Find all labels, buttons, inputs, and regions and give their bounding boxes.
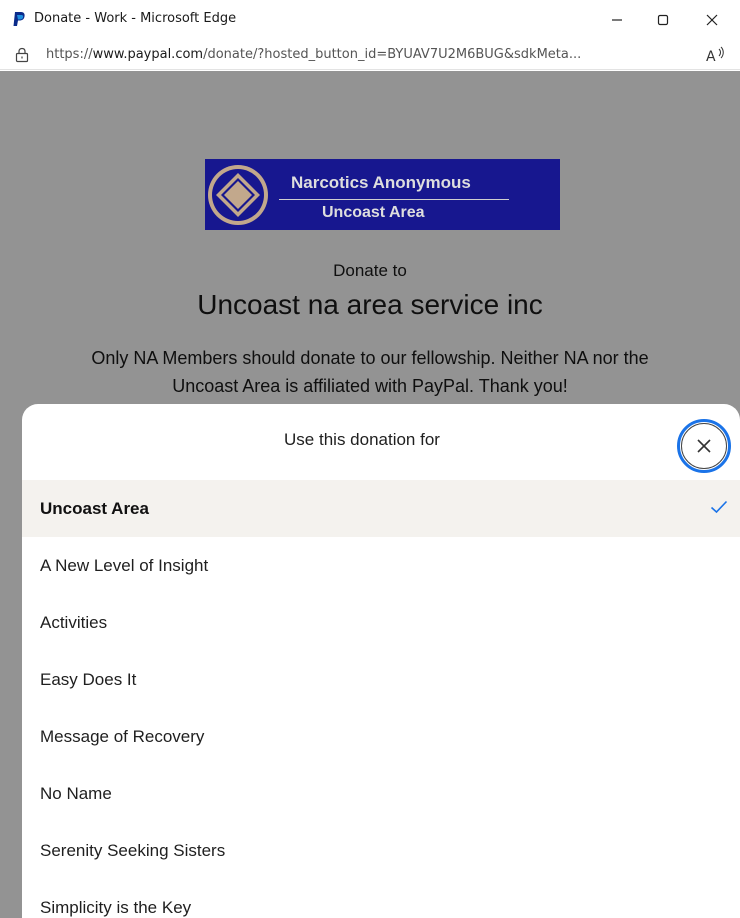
option-message-of-recovery[interactable]: Message of Recovery bbox=[22, 708, 740, 765]
close-icon bbox=[697, 439, 711, 453]
donation-options-list: Uncoast Area A New Level of Insight Acti… bbox=[22, 480, 740, 918]
url-domain: www.paypal.com bbox=[92, 47, 204, 62]
address-bar[interactable]: https://www.paypal.com/donate/?hosted_bu… bbox=[0, 40, 740, 70]
window-titlebar: Donate - Work - Microsoft Edge bbox=[0, 0, 740, 40]
option-label: Uncoast Area bbox=[40, 498, 149, 518]
banner-divider bbox=[279, 199, 509, 200]
option-uncoast-area[interactable]: Uncoast Area bbox=[22, 480, 740, 537]
donation-purpose-sheet: Use this donation for Uncoast Area A New… bbox=[22, 404, 740, 918]
minimize-button[interactable] bbox=[595, 0, 639, 40]
maximize-button[interactable] bbox=[641, 0, 685, 40]
organization-logo-banner: Narcotics Anonymous Uncoast Area bbox=[205, 159, 560, 230]
option-no-name[interactable]: No Name bbox=[22, 765, 740, 822]
paypal-icon bbox=[13, 12, 25, 26]
banner-title: Narcotics Anonymous bbox=[291, 173, 471, 192]
url-text[interactable]: https://www.paypal.com/donate/?hosted_bu… bbox=[46, 47, 686, 62]
checkmark-icon bbox=[710, 500, 728, 514]
option-activities[interactable]: Activities bbox=[22, 594, 740, 651]
option-simplicity-is-the-key[interactable]: Simplicity is the Key bbox=[22, 879, 740, 918]
option-label: A New Level of Insight bbox=[40, 555, 209, 575]
organization-description: Only NA Members should donate to our fel… bbox=[91, 348, 649, 396]
close-window-button[interactable] bbox=[690, 0, 734, 40]
maximize-icon bbox=[657, 14, 669, 26]
option-label: Simplicity is the Key bbox=[40, 897, 192, 917]
svg-text:A: A bbox=[706, 49, 716, 64]
close-sheet-button[interactable] bbox=[677, 419, 731, 473]
option-label: Easy Does It bbox=[40, 669, 137, 689]
option-label: Message of Recovery bbox=[40, 726, 205, 746]
lock-icon[interactable] bbox=[15, 47, 29, 63]
close-button-ring bbox=[681, 423, 727, 469]
read-aloud-icon[interactable]: A bbox=[706, 46, 726, 64]
option-serenity-seeking-sisters[interactable]: Serenity Seeking Sisters bbox=[22, 822, 740, 879]
url-path: /donate/?hosted_button_id=BYUAV7U2M6BUG&… bbox=[203, 47, 582, 62]
sheet-title: Use this donation for bbox=[284, 430, 440, 449]
option-easy-does-it[interactable]: Easy Does It bbox=[22, 651, 740, 708]
option-label: No Name bbox=[40, 783, 112, 803]
option-a-new-level-of-insight[interactable]: A New Level of Insight bbox=[22, 537, 740, 594]
na-logo-icon bbox=[208, 165, 268, 225]
organization-name: Uncoast na area service inc bbox=[197, 289, 543, 320]
window-title: Donate - Work - Microsoft Edge bbox=[34, 11, 237, 26]
option-label: Activities bbox=[40, 612, 108, 632]
banner-subtitle: Uncoast Area bbox=[322, 204, 425, 221]
minimize-icon bbox=[612, 19, 622, 21]
close-icon bbox=[706, 14, 718, 26]
url-prefix: https:// bbox=[46, 47, 93, 62]
option-label: Serenity Seeking Sisters bbox=[40, 840, 226, 860]
donate-to-label: Donate to bbox=[333, 261, 407, 280]
